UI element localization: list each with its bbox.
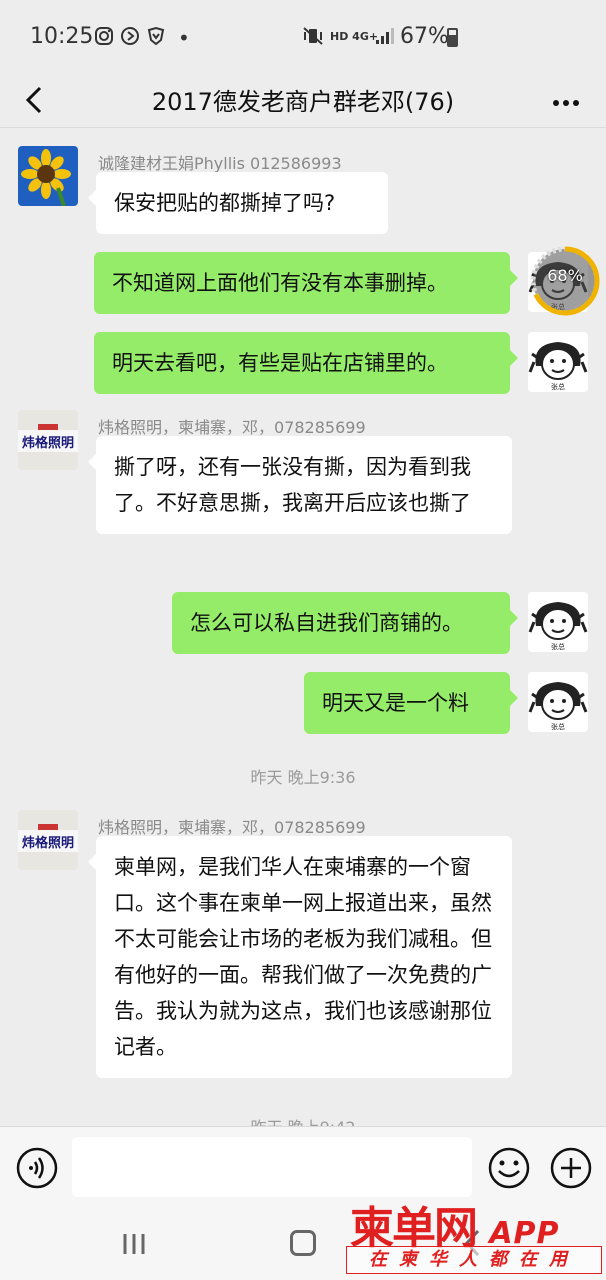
sender-name: 诚隆建材王娟Phyllis 012586993 <box>98 154 342 173</box>
self-avatar[interactable]: 张总 <box>528 592 588 652</box>
smiley-icon <box>488 1147 530 1189</box>
battery-percent: 67% <box>400 24 449 49</box>
shop-sign-icon: 炜格照明 <box>18 810 78 870</box>
emoji-button[interactable] <box>488 1147 530 1189</box>
cartoon-face-icon: 张总 <box>528 332 588 392</box>
message-bubble[interactable]: 明天去看吧，有些是贴在店铺里的。 <box>94 332 518 394</box>
more-functions-button[interactable] <box>550 1147 592 1189</box>
instagram-icon <box>94 26 114 51</box>
message-bubble[interactable]: 不知道网上面他们有没有本事删掉。 <box>94 252 518 314</box>
network-label: HD 4G+ <box>330 30 379 43</box>
battery-icon <box>447 28 458 47</box>
message-bubble[interactable]: 怎么可以私自进我们商铺的。 <box>172 592 518 654</box>
cartoon-face-icon: 张总 <box>528 592 588 652</box>
sender-name: 炜格照明，柬埔寨，邓，078285699 <box>98 818 366 837</box>
voice-icon <box>16 1147 58 1189</box>
play-circle-icon <box>120 26 140 51</box>
svg-text:炜格照明: 炜格照明 <box>22 835 74 851</box>
shop-sign-icon: 炜格照明 <box>18 410 78 470</box>
status-time: 10:25 <box>30 24 94 49</box>
home-button[interactable] <box>290 1230 316 1256</box>
svg-text:张总: 张总 <box>551 642 565 651</box>
sunflower-avatar[interactable] <box>18 146 78 206</box>
timestamp: 昨天 晚上9:36 <box>250 768 356 787</box>
status-bar: 10:25 • HD 4G+ 67% <box>0 0 606 72</box>
message-list[interactable]: 诚隆建材王娟Phyllis 012586993 保安把贴的都撕掉了吗? 不知道网… <box>0 128 606 1126</box>
svg-text:张总: 张总 <box>551 382 565 391</box>
watermark-slogan: 在柬华人都在用 <box>346 1246 602 1274</box>
plus-icon <box>550 1147 592 1189</box>
shield-icon <box>146 26 166 51</box>
vibrate-mute-icon <box>302 26 324 51</box>
lighting-shop-avatar[interactable]: 炜格照明 <box>18 410 78 470</box>
message-bubble[interactable]: 明天又是一个料 <box>304 672 518 734</box>
recents-icon <box>123 1234 145 1254</box>
sender-name: 炜格照明，柬埔寨，邓，078285699 <box>98 418 366 437</box>
self-avatar[interactable]: 张总 <box>528 672 588 732</box>
timestamp: 昨天 晚上9:42 <box>0 1114 606 1126</box>
signal-icon <box>374 26 394 51</box>
message-bubble[interactable]: 保安把贴的都撕掉了吗? <box>88 172 388 234</box>
svg-text:炜格照明: 炜格照明 <box>22 435 74 451</box>
cartoon-face-icon: 张总 <box>528 672 588 732</box>
svg-text:张总: 张总 <box>551 722 565 731</box>
more-dots-icon <box>553 100 579 106</box>
progress-ring-overlay: 68% <box>528 244 602 318</box>
more-button[interactable] <box>552 86 580 112</box>
recents-button[interactable] <box>120 1232 148 1256</box>
progress-percent: 68% <box>547 266 583 285</box>
message-bubble[interactable]: 柬单网，是我们华人在柬埔寨的一个窗口。这个事在柬单一网上报道出来，虽然不太可能会… <box>88 836 512 1078</box>
self-avatar[interactable]: 张总 <box>528 332 588 392</box>
message-input[interactable] <box>72 1137 472 1197</box>
lighting-shop-avatar[interactable]: 炜格照明 <box>18 810 78 870</box>
watermark-logo: 柬单网 APP 在柬华人都在用 <box>346 1192 602 1278</box>
voice-button[interactable] <box>16 1147 58 1189</box>
chat-title: 2017德发老商户群老邓(76) <box>151 88 455 116</box>
dot-icon: • <box>178 26 190 50</box>
message-bubble[interactable]: 撕了呀，还有一张没有撕，因为看到我了。不好意思撕，我离开后应该也撕了 <box>88 436 512 534</box>
chat-header: 2017德发老商户群老邓(76) <box>0 72 606 128</box>
